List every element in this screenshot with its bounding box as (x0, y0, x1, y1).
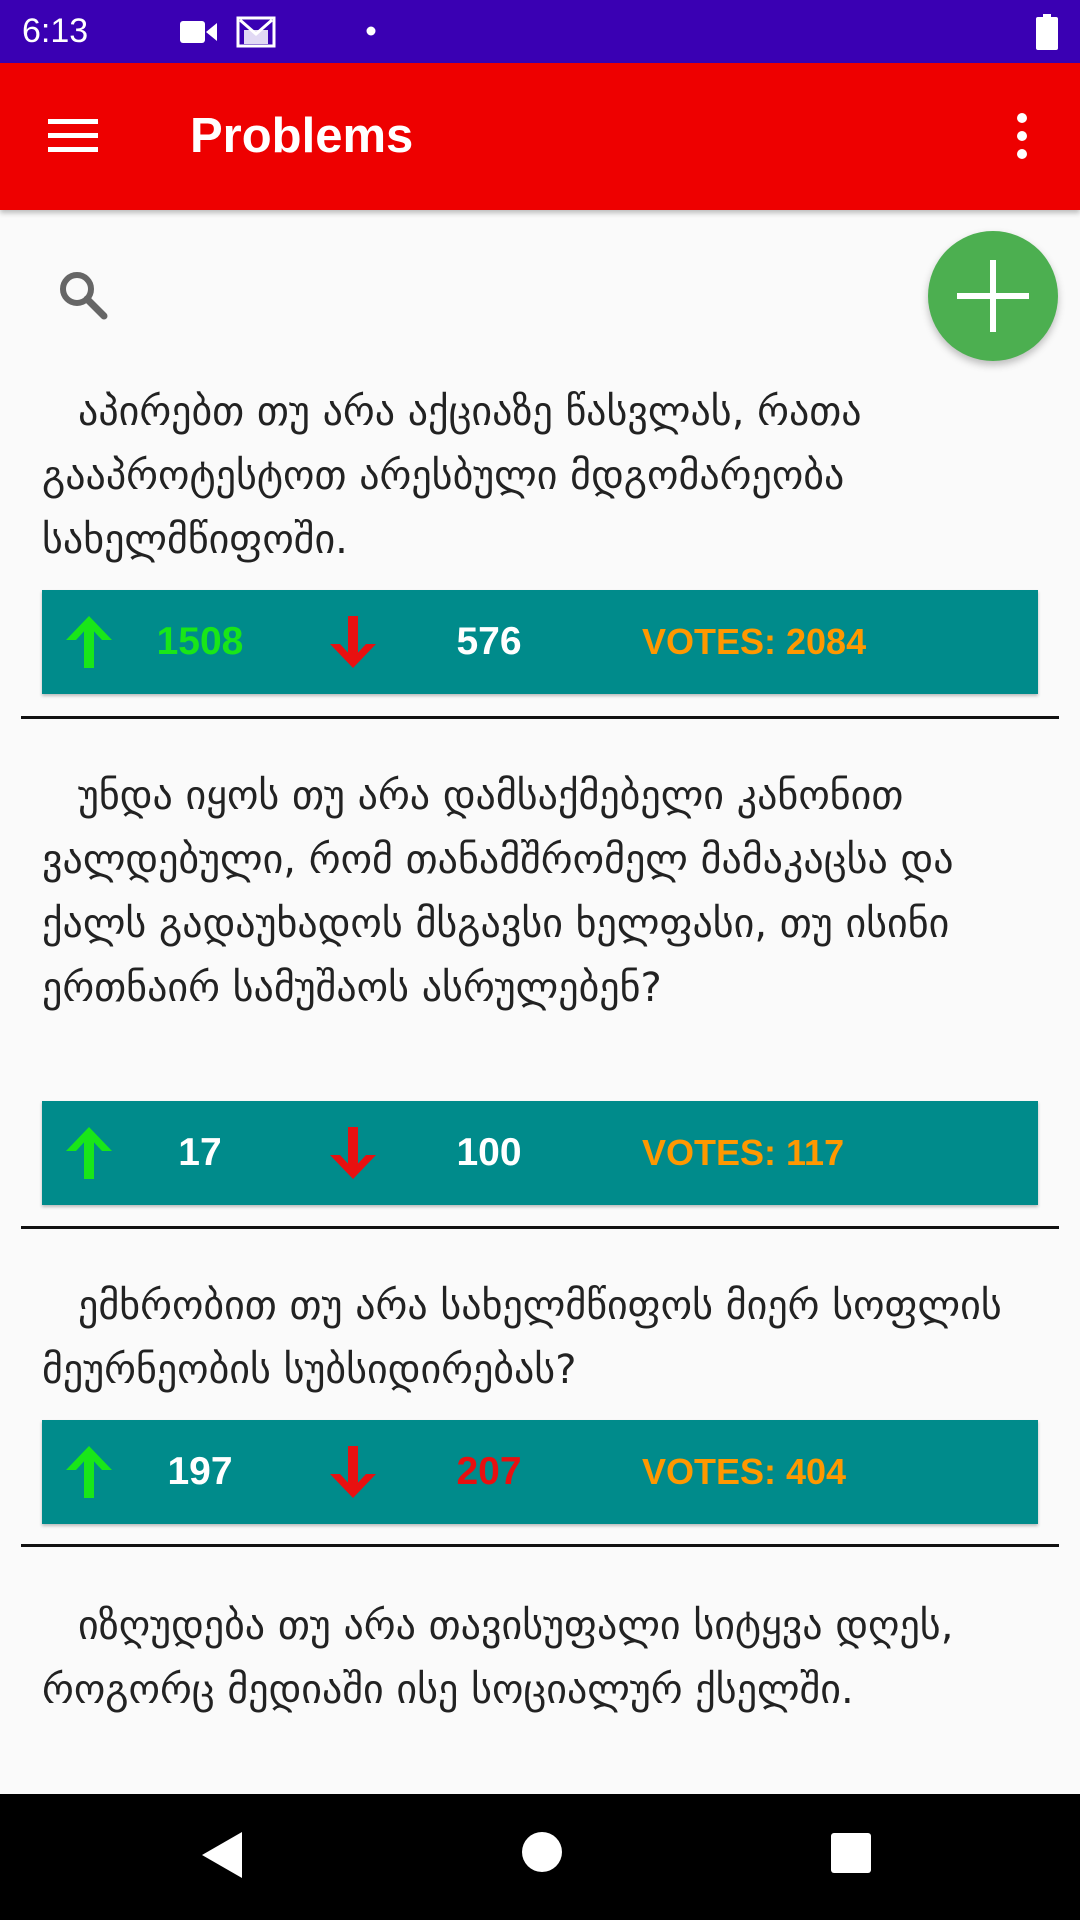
plus-icon (957, 260, 1029, 332)
divider (21, 1544, 1059, 1547)
upvote-arrow-icon[interactable] (64, 1444, 114, 1500)
navigation-bar (0, 1794, 1080, 1920)
upvote-count: 1508 (156, 620, 244, 663)
overflow-menu-icon[interactable] (1010, 111, 1034, 161)
downvote-arrow-icon[interactable] (328, 1444, 378, 1500)
downvote-count: 576 (456, 620, 522, 663)
battery-icon (1036, 14, 1058, 50)
gmail-icon (236, 16, 276, 48)
menu-icon[interactable] (48, 115, 98, 155)
add-problem-button[interactable] (928, 231, 1058, 361)
votes-total: VOTES: 404 (642, 1451, 847, 1492)
upvote-arrow-icon[interactable] (64, 1125, 114, 1181)
vote-bar: 197 207 VOTES: 404 (42, 1420, 1038, 1524)
divider (21, 716, 1059, 719)
downvote-count: 207 (456, 1450, 522, 1493)
downvote-arrow-icon[interactable] (328, 1125, 378, 1181)
problem-text: აპირებთ თუ არა აქციაზე წასვლას, რათა გაა… (42, 389, 862, 563)
votes-total: VOTES: 117 (642, 1132, 845, 1173)
upvote-arrow-icon[interactable] (64, 614, 114, 670)
upvote-count: 197 (167, 1450, 233, 1493)
divider (21, 1226, 1059, 1229)
recents-icon[interactable] (831, 1833, 871, 1873)
problem-text: ემხრობით თუ არა სახელმწიფოს მიერ სოფლის … (42, 1283, 1002, 1393)
notification-dot-icon (366, 26, 376, 36)
vote-bar: 1508 576 VOTES: 2084 (42, 590, 1038, 694)
downvote-count: 100 (456, 1131, 522, 1174)
problem-text: უნდა იყოს თუ არა დამსაქმებელი კანონით ვა… (42, 773, 954, 1011)
app-bar: Problems (0, 63, 1080, 210)
video-camera-icon (180, 21, 217, 43)
home-icon[interactable] (520, 1830, 564, 1874)
status-time: 6:13 (22, 12, 89, 50)
page-title: Problems (190, 109, 414, 163)
back-icon[interactable] (200, 1830, 244, 1880)
search-icon[interactable] (56, 268, 110, 322)
screen: 6:13 Problems აპირებთ თუ არა აქციაზე წას… (0, 0, 1080, 1920)
votes-total: VOTES: 2084 (642, 621, 867, 662)
status-bar: 6:13 (0, 0, 1080, 63)
upvote-count: 17 (178, 1131, 222, 1174)
problem-text: იზღუდება თუ არა თავისუფალი სიტყვა დღეს, … (42, 1603, 954, 1713)
downvote-arrow-icon[interactable] (328, 614, 378, 670)
vote-bar: 17 100 VOTES: 117 (42, 1101, 1038, 1205)
